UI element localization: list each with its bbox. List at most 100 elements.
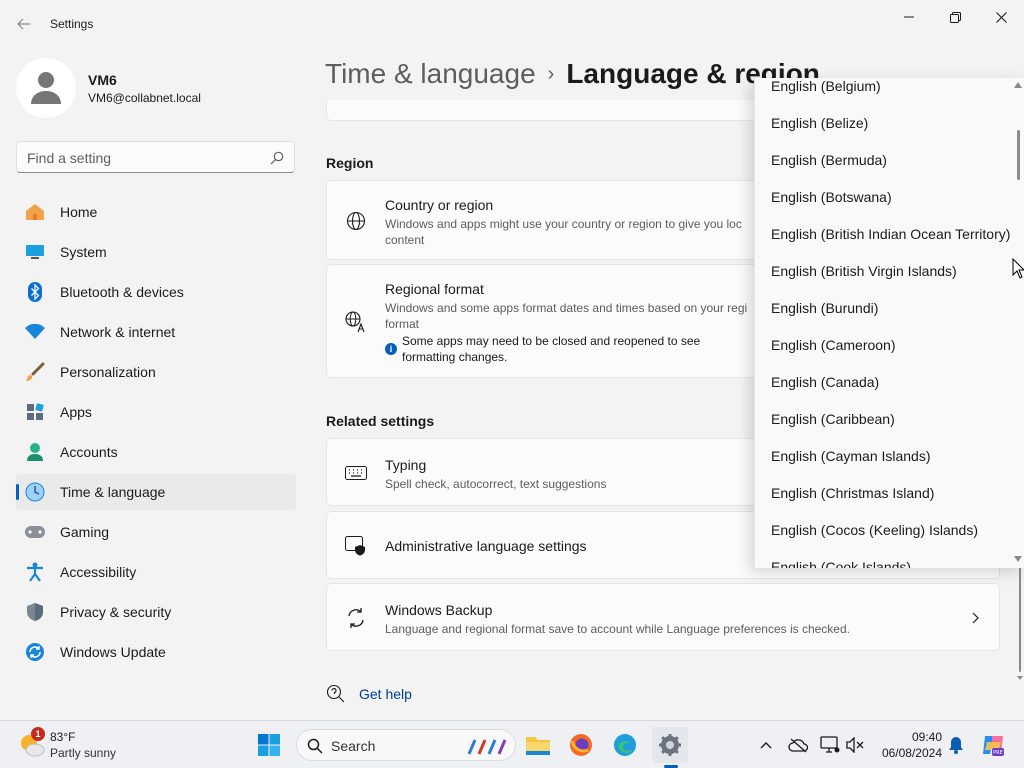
notifications-button[interactable] [946,735,966,755]
sidebar-item-label: Gaming [60,524,110,540]
sidebar-item-label: Windows Update [60,644,166,660]
dropdown-option[interactable]: English (Cameroon) [771,337,896,353]
sidebar-item-time-language[interactable]: Time & language [16,474,296,510]
language-format-icon [345,311,367,333]
avatar [16,58,76,118]
dropdown-option[interactable]: English (Botswana) [771,189,892,205]
title-bar: Settings [0,0,1024,48]
sidebar-item-label: Time & language [60,484,166,500]
taskbar-edge[interactable] [607,727,643,763]
back-arrow-icon [17,18,30,30]
dropdown-option[interactable]: English (Belize) [771,115,868,131]
dropdown-option[interactable]: English (Bermuda) [771,152,887,168]
app-title: Settings [50,17,94,31]
related-settings-heading: Related settings [326,413,435,429]
sidebar-item-gaming[interactable]: Gaming [16,514,296,550]
country-region-dropdown-list[interactable]: English (Belgium) English (Belize) Engli… [754,78,1024,568]
dropdown-option[interactable]: English (Belgium) [771,78,881,94]
dropdown-option[interactable]: English (Canada) [771,374,879,390]
backup-sync-icon [345,607,367,629]
scroll-up-arrow-icon [1014,82,1022,88]
search-icon [307,738,323,754]
sidebar-item-label: Accounts [60,444,118,460]
speaker-muted-icon [846,737,864,753]
weather-condition: Partly sunny [50,746,117,760]
dropdown-option[interactable]: English (Christmas Island) [771,485,934,501]
show-hidden-icons-button[interactable] [756,735,776,755]
firefox-icon [570,734,592,756]
update-icon [24,642,46,662]
windows-backup-title: Windows Backup [385,602,493,618]
minimize-icon [904,16,914,18]
dropdown-option[interactable]: English (Cook Islands) [771,559,911,568]
country-region-desc-line1: Windows and apps might use your country … [385,217,742,231]
maximize-button[interactable] [932,4,978,30]
dropdown-scrollbar[interactable] [1012,78,1024,568]
regional-format-desc-line1: Windows and some apps format dates and t… [385,301,748,315]
dropdown-option[interactable]: English (Cayman Islands) [771,448,931,464]
person-icon [31,72,61,104]
tray-display[interactable] [820,735,840,755]
help-chat-icon [326,684,345,703]
taskbar: 1 83°F Partly sunny Search 09:40 06/08/2… [0,720,1024,768]
windows-backup-desc: Language and regional format save to acc… [385,622,850,636]
copilot-button[interactable]: PRE [980,732,1006,758]
sidebar-item-privacy[interactable]: Privacy & security [16,594,296,630]
regional-format-desc-line2: format [385,317,420,331]
dropdown-option[interactable]: English (Cocos (Keeling) Islands) [771,522,978,538]
sidebar-item-personalization[interactable]: Personalization [16,354,296,390]
dropdown-option[interactable]: English (British Virgin Islands) [771,263,957,279]
admin-shield-window-icon [345,535,367,557]
user-email: VM6@collabnet.local [88,91,201,105]
clock-date[interactable]: 06/08/2024 [872,746,942,760]
dropdown-option[interactable]: English (British Indian Ocean Territory) [771,226,1010,242]
cloud-sync-icon [788,738,808,753]
sidebar-item-home[interactable]: Home [16,194,296,230]
close-button[interactable] [978,4,1024,30]
accessibility-icon [24,562,46,582]
sidebar-item-label: System [60,244,107,260]
taskbar-firefox[interactable] [563,727,599,763]
dropdown-scroll-thumb[interactable] [1017,130,1020,180]
dropdown-option[interactable]: English (Caribbean) [771,411,895,427]
svg-text:PRE: PRE [993,750,1003,756]
breadcrumb-parent[interactable]: Time & language [325,58,536,89]
dropdown-option[interactable]: English (Burundi) [771,300,878,316]
start-button[interactable] [251,727,287,763]
taskbar-file-explorer[interactable] [520,727,556,763]
taskbar-settings[interactable] [652,727,688,763]
accounts-icon [24,442,46,462]
sidebar-item-apps[interactable]: Apps [16,394,296,430]
user-profile[interactable]: VM6 VM6@collabnet.local [16,56,296,120]
search-input[interactable] [27,148,257,168]
sidebar-item-label: Network & internet [60,324,176,340]
edge-icon [614,734,636,756]
sidebar-item-windows-update[interactable]: Windows Update [16,634,296,670]
sidebar-item-accessibility[interactable]: Accessibility [16,554,296,590]
settings-gear-icon [659,734,681,756]
tray-network-status[interactable] [788,735,808,755]
back-button[interactable] [12,12,36,36]
windows-backup-card[interactable]: Windows Backup Language and regional for… [326,583,1000,651]
sidebar-item-accounts[interactable]: Accounts [16,434,296,470]
chevron-up-icon [760,742,772,749]
mouse-pointer-icon [1012,258,1024,279]
bluetooth-icon [24,282,46,302]
sidebar-item-network[interactable]: Network & internet [16,314,296,350]
sidebar-item-label: Privacy & security [60,604,172,620]
weather-notification-badge: 1 [31,727,45,741]
clock-time[interactable]: 09:40 [880,730,942,744]
system-icon [24,242,46,262]
minimize-button[interactable] [886,4,932,30]
brush-icon [24,362,46,382]
taskbar-search[interactable]: Search [296,729,516,761]
weather-temperature: 83°F [50,730,76,744]
get-help-link[interactable]: Get help [359,686,412,702]
sidebar-item-label: Apps [60,404,92,420]
sidebar-item-bluetooth[interactable]: Bluetooth & devices [16,274,296,310]
chevron-right-icon [972,612,979,624]
globe-icon [345,210,367,232]
search-field[interactable] [16,141,295,173]
tray-sound[interactable] [845,735,865,755]
sidebar-item-system[interactable]: System [16,234,296,270]
